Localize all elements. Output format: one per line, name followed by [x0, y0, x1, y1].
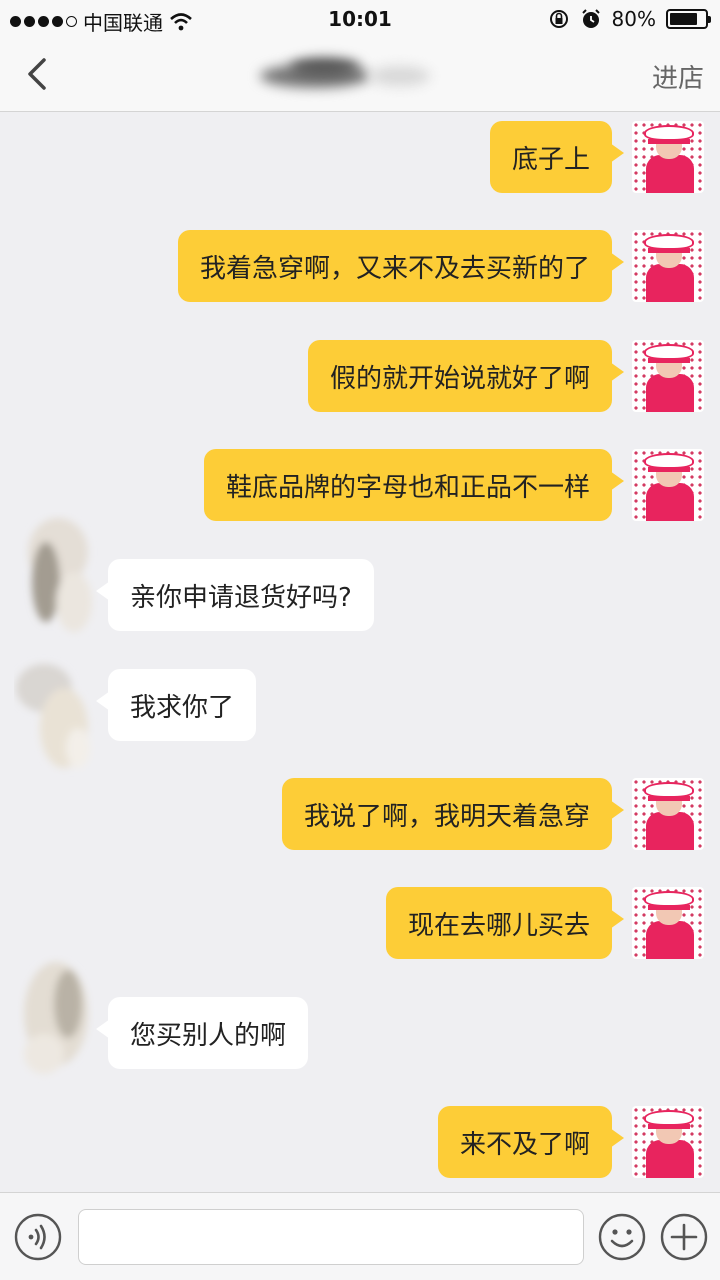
- message-sent: 我着急穿啊，又来不及去买新的了: [177, 230, 625, 302]
- my-avatar[interactable]: [632, 1106, 704, 1178]
- message-input[interactable]: [78, 1209, 584, 1265]
- my-avatar[interactable]: [632, 778, 704, 850]
- nav-bar: 进店: [0, 38, 720, 112]
- contact-name-redacted: [250, 52, 450, 96]
- my-avatar[interactable]: [632, 887, 704, 959]
- seller-avatar-redacted[interactable]: [14, 648, 98, 778]
- message-received: 亲你申请退货好吗?: [96, 559, 374, 631]
- my-avatar[interactable]: [632, 449, 704, 521]
- seller-avatar-redacted[interactable]: [14, 954, 98, 1084]
- emoji-icon[interactable]: [598, 1213, 646, 1261]
- message-bubble[interactable]: 来不及了啊: [437, 1106, 625, 1178]
- message-received: 您买别人的啊: [95, 997, 309, 1069]
- chat-thread: 底子上 我着急穿啊，又来不及去买新的了 假的就开始说就好了啊 鞋底品牌的字母也和…: [0, 112, 720, 1192]
- battery-icon: [666, 9, 711, 29]
- message-bubble[interactable]: 亲你申请退货好吗?: [96, 559, 374, 631]
- voice-icon[interactable]: [14, 1213, 62, 1261]
- message-sent: 底子上: [489, 121, 625, 193]
- message-bubble[interactable]: 假的就开始说就好了啊: [307, 340, 625, 412]
- my-avatar[interactable]: [632, 230, 704, 302]
- message-received: 我求你了: [95, 669, 257, 741]
- enter-store-link[interactable]: 进店: [652, 58, 704, 95]
- orientation-lock-icon: [549, 10, 568, 28]
- message-sent: 假的就开始说就好了啊: [307, 340, 625, 412]
- status-bar: 中国联通 10:01 80%: [0, 0, 720, 38]
- alarm-icon: [581, 9, 600, 28]
- message-sent: 鞋底品牌的字母也和正品不一样: [203, 449, 625, 521]
- my-avatar[interactable]: [632, 340, 704, 412]
- message-bubble[interactable]: 我求你了: [95, 669, 257, 741]
- plus-icon[interactable]: [660, 1213, 708, 1261]
- message-sent: 来不及了啊: [437, 1106, 625, 1178]
- my-avatar[interactable]: [632, 121, 704, 193]
- message-sent: 现在去哪儿买去: [385, 887, 625, 959]
- chevron-left-icon[interactable]: [18, 54, 58, 94]
- battery-level: [670, 13, 698, 25]
- message-bubble[interactable]: 我着急穿啊，又来不及去买新的了: [177, 230, 625, 302]
- message-bubble[interactable]: 鞋底品牌的字母也和正品不一样: [203, 449, 625, 521]
- message-bubble[interactable]: 现在去哪儿买去: [385, 887, 625, 959]
- message-bubble[interactable]: 您买别人的啊: [95, 997, 309, 1069]
- seller-avatar-redacted[interactable]: [14, 512, 98, 642]
- message-bubble[interactable]: 我说了啊，我明天着急穿: [281, 778, 625, 850]
- status-right: 80%: [548, 7, 711, 31]
- input-bar: [0, 1192, 720, 1280]
- message-bubble[interactable]: 底子上: [489, 121, 625, 193]
- message-sent: 我说了啊，我明天着急穿: [281, 778, 625, 850]
- battery-percent: 80%: [611, 7, 656, 31]
